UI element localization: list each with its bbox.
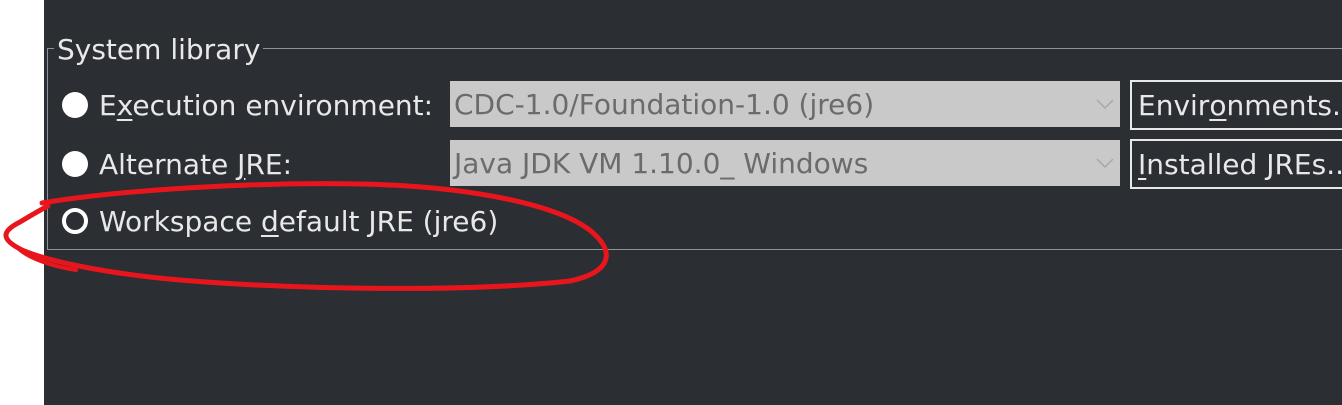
environments-button[interactable]: Environments...: [1130, 80, 1342, 130]
radio-label: Execution environment:: [99, 88, 434, 122]
radio-button-selected-icon[interactable]: [62, 208, 88, 234]
radio-execution-environment[interactable]: Execution environment:: [62, 87, 433, 123]
installed-jres-button[interactable]: Installed JREs...: [1130, 139, 1342, 189]
radio-button-icon[interactable]: [62, 151, 88, 177]
radio-workspace-default-jre[interactable]: Workspace default JRE (jre6): [62, 203, 498, 239]
group-title: System library: [54, 33, 264, 67]
radio-label: Workspace default JRE (jre6): [99, 204, 499, 238]
alternate-jre-combo[interactable]: Java JDK VM 1.10.0_ Windows: [450, 140, 1120, 186]
radio-label: Alternate JRE:: [99, 147, 293, 181]
chevron-down-icon[interactable]: [1090, 81, 1120, 127]
combo-value: Java JDK VM 1.10.0_ Windows: [454, 146, 869, 180]
radio-alternate-jre[interactable]: Alternate JRE:: [62, 146, 292, 182]
radio-button-icon[interactable]: [62, 92, 88, 118]
execution-environment-combo[interactable]: CDC-1.0/Foundation-1.0 (jre6): [450, 81, 1120, 127]
combo-value: CDC-1.0/Foundation-1.0 (jre6): [454, 87, 875, 121]
chevron-down-icon[interactable]: [1090, 140, 1120, 186]
